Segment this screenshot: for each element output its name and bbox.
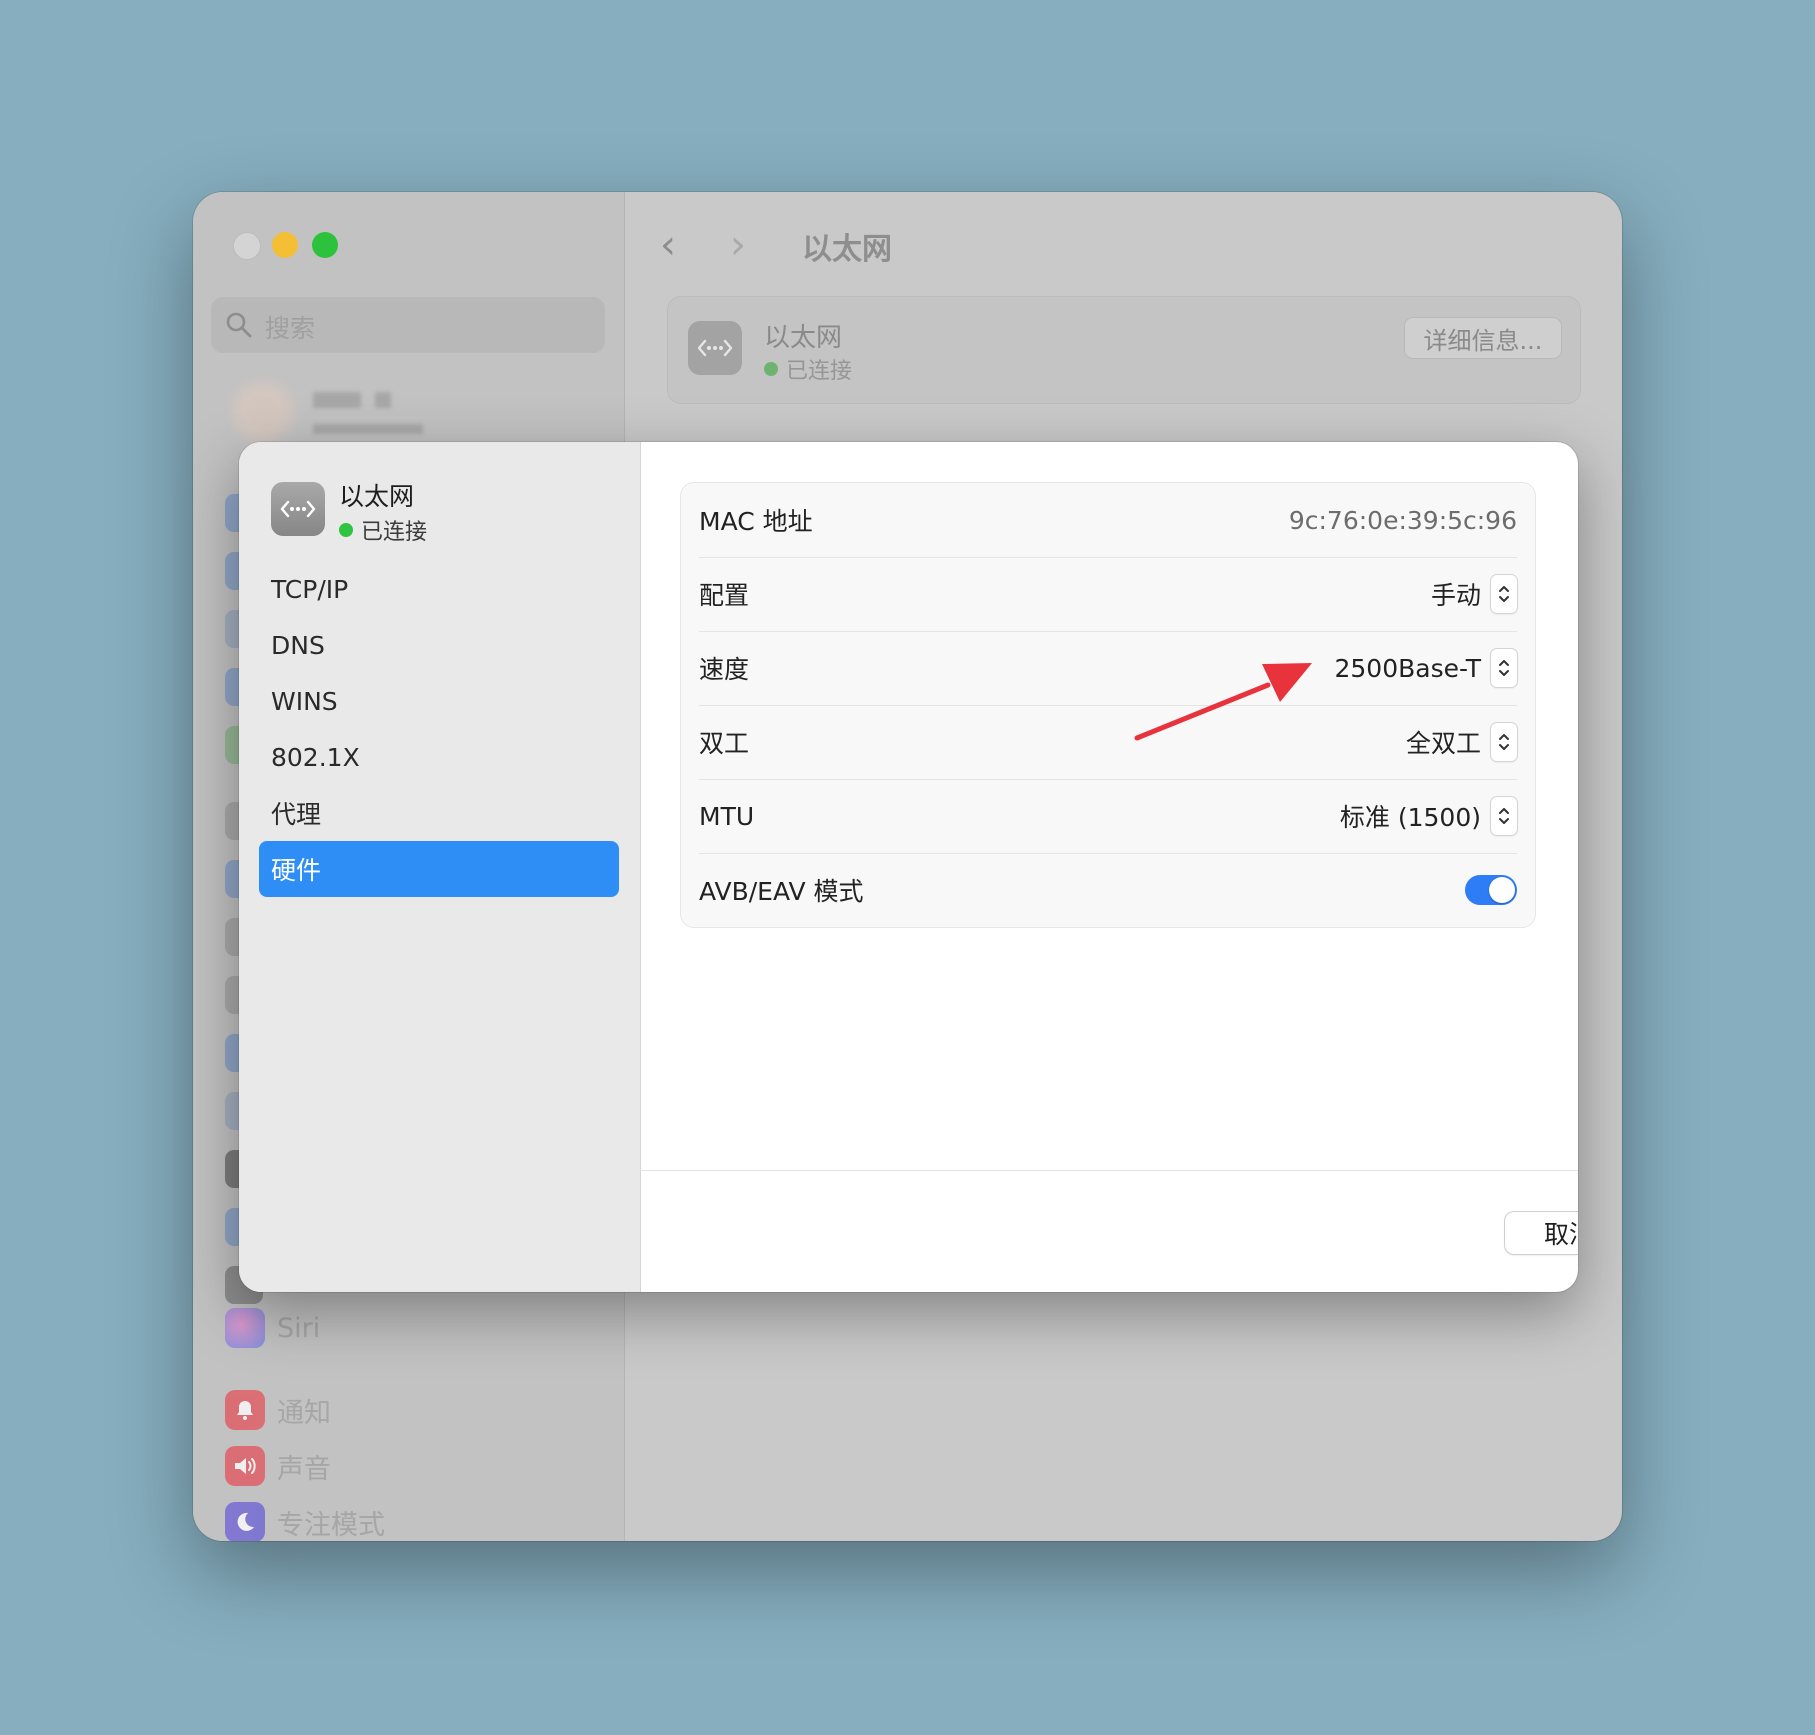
nav-item-proxy[interactable]: 代理 [259,785,619,841]
mac-address-row: MAC 地址 9c:76:0e:39:5c:96 [699,483,1517,558]
mtu-popup[interactable]: 标准 (1500) [1340,797,1517,835]
mtu-value: 标准 (1500) [1339,803,1481,832]
minimize-window-button[interactable] [272,232,298,258]
blurred-profile-name [313,392,361,408]
hardware-sheet: 以太网 已连接 TCP/IP DNS WINS 802.1X 代理 硬件 MAC… [239,442,1578,1292]
zoom-window-button[interactable] [312,232,338,258]
config-label: 配置 [699,581,750,610]
sheet-main: MAC 地址 9c:76:0e:39:5c:96 配置 手动 速度 2500Ba… [640,442,1578,1292]
siri-icon [225,1308,265,1348]
nav-item-8021x[interactable]: 802.1X [259,729,619,785]
avatar [233,382,293,442]
back-button[interactable]: ‹ [660,222,676,268]
ethernet-icon [271,482,325,536]
footer-divider [640,1170,1578,1171]
avb-eav-row: AVB/EAV 模式 [699,853,1517,927]
connection-name: 以太网 [764,323,843,353]
speed-value: 2500Base-T [1334,653,1482,683]
nav-item-dns[interactable]: DNS [259,617,619,673]
sheet-header: 以太网 已连接 [271,482,427,546]
toggle-knob [1489,877,1515,903]
sheet-sidebar: 以太网 已连接 TCP/IP DNS WINS 802.1X 代理 硬件 [239,442,641,1292]
bell-icon [225,1390,265,1430]
chevron-up-down-icon [1491,797,1517,835]
mac-address-label: MAC 地址 [699,507,813,536]
sheet-connection-status: 已连接 [339,514,427,546]
close-window-button[interactable] [233,232,261,260]
duplex-popup[interactable]: 全双工 [1406,723,1517,761]
details-button[interactable]: 详细信息... [1404,317,1562,359]
sheet-connection-name: 以太网 [339,482,415,511]
sheet-nav: TCP/IP DNS WINS 802.1X 代理 硬件 [259,561,619,897]
sidebar-item-focus[interactable]: 专注模式 [225,1502,385,1541]
sidebar-item-notifications[interactable]: 通知 [225,1390,331,1430]
duplex-row: 双工 全双工 [699,705,1517,780]
connection-status: 已连接 [764,353,852,385]
speaker-icon [225,1446,265,1486]
cancel-button[interactable]: 取消 [1505,1212,1578,1254]
status-dot-icon [339,523,353,537]
avb-eav-label: AVB/EAV 模式 [699,877,864,906]
ethernet-icon [688,321,742,375]
search-placeholder: 搜索 [265,314,316,343]
sheet-connection-status-text: 已连接 [361,520,428,545]
page-title: 以太网 [802,232,892,267]
chevron-up-down-icon [1491,723,1517,761]
speed-popup[interactable]: 2500Base-T [1334,649,1517,687]
status-dot-icon [764,362,778,376]
blurred-profile-subtitle [313,424,423,434]
config-value: 手动 [1430,581,1481,610]
duplex-value: 全双工 [1405,729,1481,758]
config-popup[interactable]: 手动 [1431,575,1517,613]
forward-button[interactable]: › [730,222,746,268]
mtu-row: MTU 标准 (1500) [699,779,1517,854]
nav-item-hardware[interactable]: 硬件 [259,841,619,897]
chevron-up-down-icon [1491,649,1517,687]
sidebar-item-label: 声音 [277,1453,331,1485]
sidebar-item-sound[interactable]: 声音 [225,1446,331,1486]
connection-status-text: 已连接 [786,359,853,384]
sidebar-item-siri[interactable]: Siri [225,1308,320,1348]
blurred-profile-name [375,392,391,408]
duplex-label: 双工 [699,729,750,758]
nav-item-tcpip[interactable]: TCP/IP [259,561,619,617]
sidebar-item-label: 专注模式 [277,1509,385,1541]
search-field[interactable]: 搜索 [211,297,605,353]
ethernet-summary-card: 以太网 已连接 详细信息... [667,296,1581,404]
config-row: 配置 手动 [699,557,1517,632]
speed-label: 速度 [699,655,750,684]
mtu-label: MTU [699,801,755,831]
mac-address-value: 9c:76:0e:39:5c:96 [1288,505,1517,535]
chevron-up-down-icon [1491,575,1517,613]
search-icon [226,312,252,338]
avb-eav-toggle[interactable] [1465,875,1517,905]
speed-row: 速度 2500Base-T [699,631,1517,706]
sidebar-item-label: Siri [277,1312,321,1344]
nav-item-wins[interactable]: WINS [259,673,619,729]
hardware-settings-card: MAC 地址 9c:76:0e:39:5c:96 配置 手动 速度 2500Ba… [680,482,1536,928]
sidebar-item-label: 通知 [277,1397,331,1429]
moon-icon [225,1502,265,1541]
